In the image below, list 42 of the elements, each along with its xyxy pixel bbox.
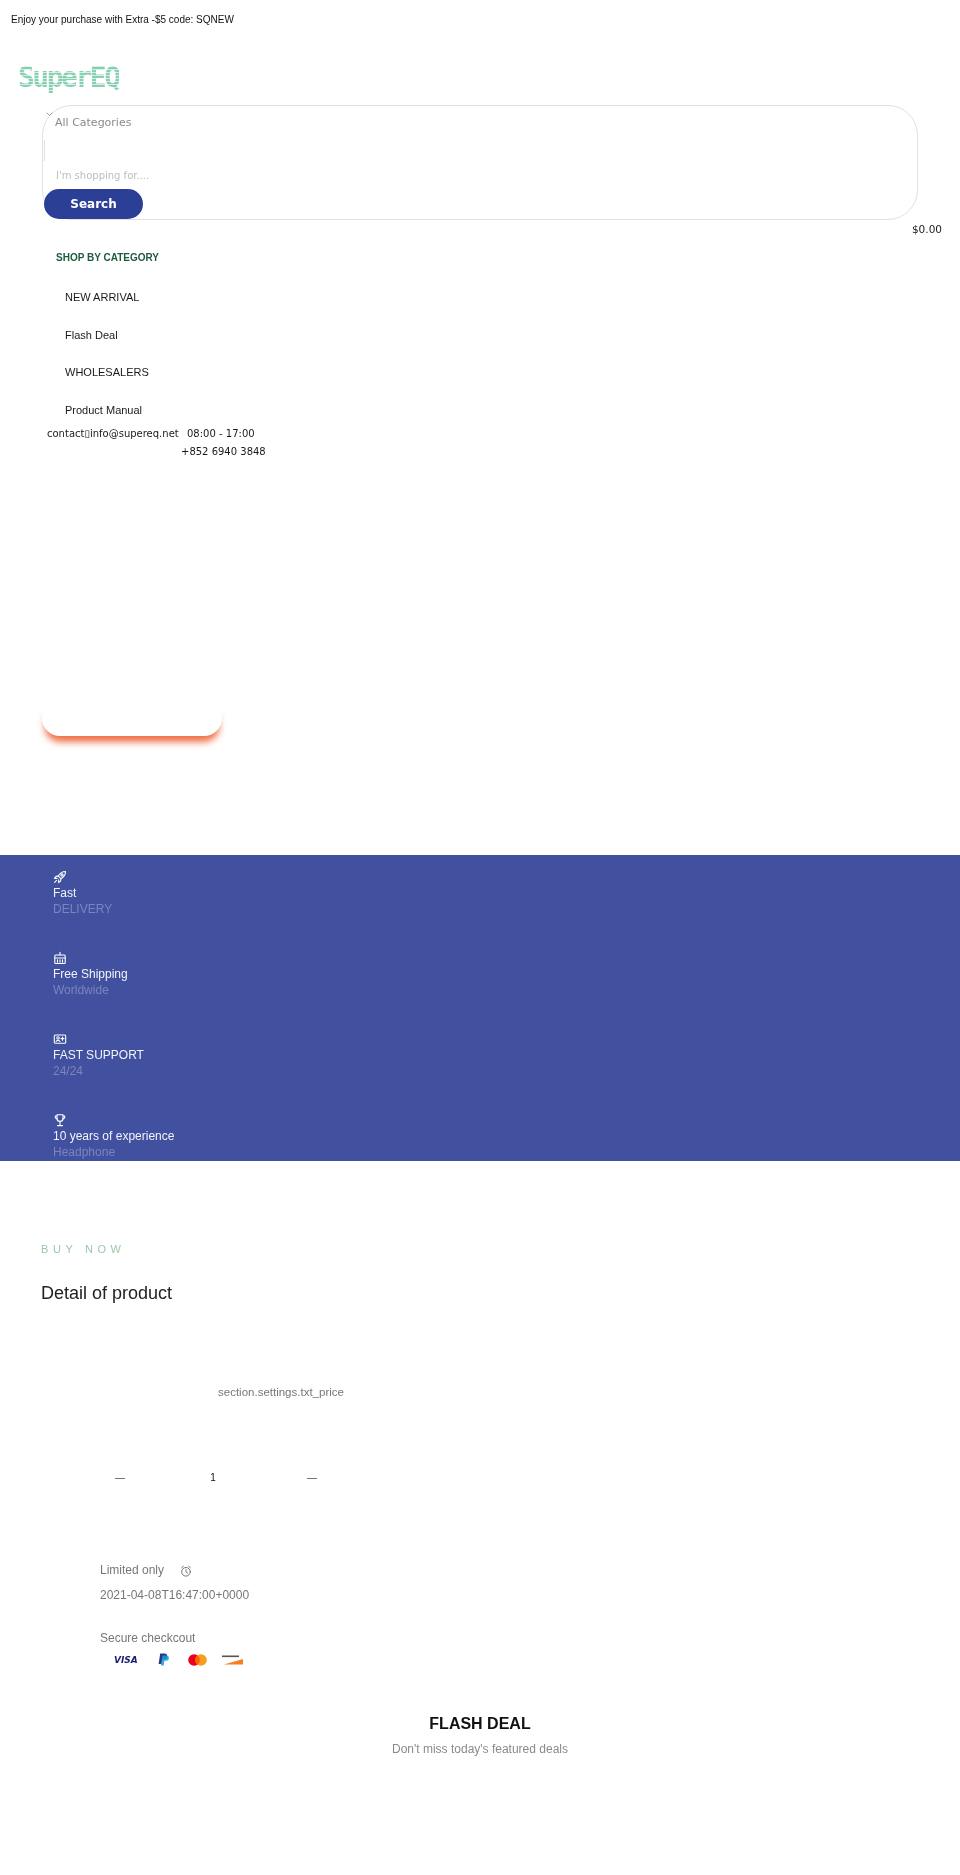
id-card-icon bbox=[53, 1032, 67, 1046]
feature-title: 10 years of experience bbox=[53, 1128, 175, 1144]
category-select[interactable]: All Categories bbox=[55, 116, 132, 130]
section-subtitle: Don't miss today's featured deals bbox=[392, 1742, 568, 1757]
decrease-button[interactable]: — bbox=[110, 1470, 130, 1486]
promo-text: Enjoy your purchase with Extra -$5 code: SQNEW bbox=[11, 14, 234, 25]
feature-subtitle: DELIVERY bbox=[53, 901, 113, 917]
opening-hours: 08:00 - 17:00 bbox=[187, 428, 255, 440]
calendar-icon bbox=[53, 951, 67, 965]
rocket-icon bbox=[53, 870, 67, 884]
contact-email[interactable]: contact▯info@supereq.net bbox=[47, 428, 179, 440]
paypal-icon bbox=[157, 1653, 169, 1666]
feature-title: Free Shipping bbox=[53, 966, 128, 982]
category-link[interactable]: Product Manual bbox=[65, 403, 143, 416]
feature-subtitle: Worldwide bbox=[53, 982, 109, 998]
product-title: Detail of product bbox=[41, 1283, 173, 1303]
price-text: section.settings.txt_price bbox=[218, 1386, 344, 1398]
cart-total[interactable]: $0.00 bbox=[911, 223, 942, 235]
search-button[interactable]: Search bbox=[44, 189, 143, 219]
category-link[interactable]: WHOLESALERS bbox=[65, 366, 149, 378]
eyebrow-label: BUY NOW bbox=[41, 1242, 126, 1256]
search-field[interactable]: I'm shopping for.... bbox=[43, 166, 443, 184]
chevron-down-icon[interactable] bbox=[46, 112, 53, 117]
checkout-label: Secure checkcout bbox=[100, 1631, 196, 1645]
section-title: FLASH DEAL bbox=[429, 1714, 531, 1734]
mastercard-icon bbox=[187, 1653, 207, 1666]
alarm-clock-icon bbox=[180, 1564, 193, 1577]
visa-logo: VISA bbox=[114, 1653, 138, 1666]
trophy-icon bbox=[53, 1113, 67, 1127]
feature-title: FAST SUPPORT bbox=[53, 1047, 144, 1063]
countdown-label: Limited only bbox=[100, 1563, 165, 1578]
category-link[interactable]: Flash Deal bbox=[65, 328, 118, 341]
quantity-field[interactable]: 1 bbox=[203, 1470, 223, 1486]
feature-subtitle: Headphone bbox=[53, 1144, 116, 1160]
category-heading: SHOP BY CATEGORY bbox=[56, 252, 159, 264]
category-link[interactable]: NEW ARRIVAL bbox=[65, 291, 140, 303]
phone-number[interactable]: +852 6940 3848 bbox=[181, 446, 266, 458]
discover-icon bbox=[220, 1654, 244, 1665]
feature-title: Fast bbox=[53, 885, 77, 901]
increase-button[interactable]: — bbox=[302, 1470, 322, 1486]
countdown-deadline: 2021-04-08T16:47:00+0000 bbox=[100, 1588, 250, 1602]
feature-subtitle: 24/24 bbox=[53, 1063, 84, 1079]
